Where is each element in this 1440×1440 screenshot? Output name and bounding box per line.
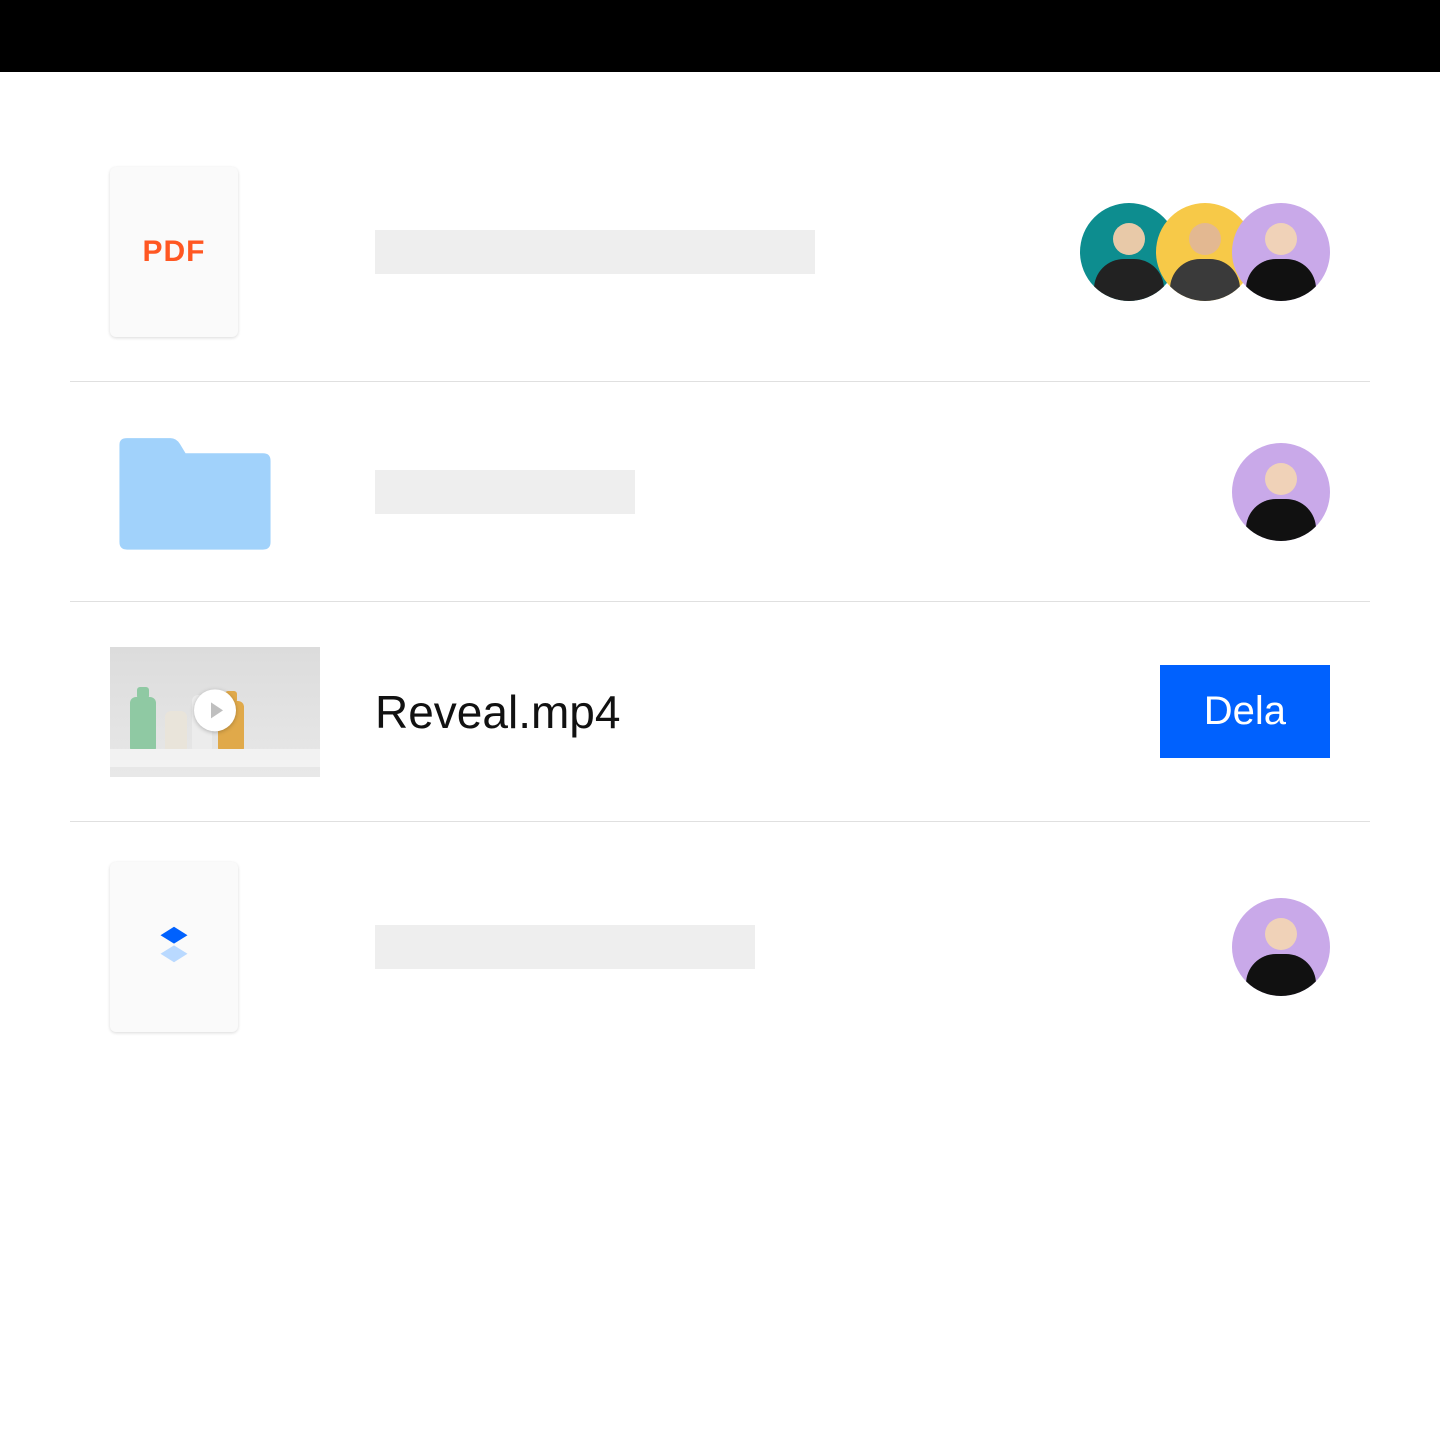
file-icon	[110, 862, 320, 1032]
filename-text: Reveal.mp4	[375, 685, 620, 739]
share-button[interactable]: Dela	[1160, 665, 1330, 758]
file-row-pdf[interactable]: PDF	[70, 162, 1370, 382]
play-icon	[194, 689, 236, 731]
folder-icon	[110, 427, 280, 557]
file-icon: PDF	[110, 167, 320, 337]
file-name	[320, 470, 1050, 514]
file-row-dropbox[interactable]	[70, 822, 1370, 1072]
pdf-file-icon: PDF	[110, 167, 238, 337]
window-titlebar	[0, 0, 1440, 72]
file-row-folder[interactable]	[70, 382, 1370, 602]
file-name	[320, 230, 1050, 274]
filename-placeholder	[375, 470, 635, 514]
collaborators	[1050, 443, 1330, 541]
avatar[interactable]	[1232, 443, 1330, 541]
filename-placeholder	[375, 230, 815, 274]
collaborators	[1050, 203, 1330, 301]
file-list: PDF	[0, 72, 1440, 1072]
video-thumbnail	[110, 647, 320, 777]
dropbox-file-icon	[110, 862, 238, 1032]
pdf-badge: PDF	[143, 235, 206, 269]
avatar[interactable]	[1232, 203, 1330, 301]
file-name	[320, 925, 1050, 969]
collaborators	[1050, 898, 1330, 996]
filename-placeholder	[375, 925, 755, 969]
file-name: Reveal.mp4	[320, 685, 1050, 739]
file-row-video[interactable]: Reveal.mp4 Dela	[70, 602, 1370, 822]
file-icon	[110, 647, 320, 777]
avatar[interactable]	[1232, 898, 1330, 996]
row-actions: Dela	[1050, 665, 1330, 758]
file-icon	[110, 427, 320, 557]
